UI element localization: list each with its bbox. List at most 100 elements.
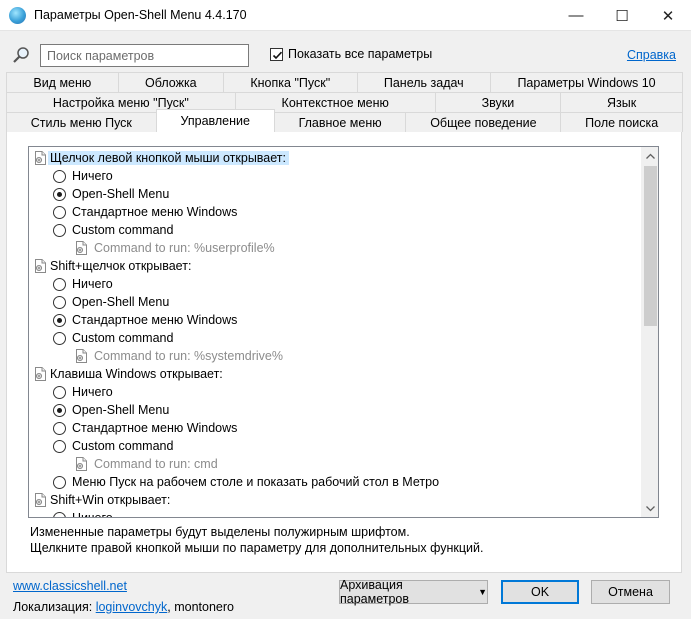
checkbox-box[interactable] xyxy=(270,47,283,61)
tab-r1-1[interactable]: Обложка xyxy=(117,72,225,92)
scroll-thumb[interactable] xyxy=(644,166,657,326)
radio-button[interactable] xyxy=(53,169,66,183)
tree-option[interactable]: Ничего xyxy=(53,167,113,185)
tree-option[interactable]: Стандартное меню Windows xyxy=(53,203,237,221)
localizer-rest: , montonero xyxy=(167,600,234,614)
tree-command-setting-label: Command to run: %userprofile% xyxy=(94,241,275,255)
radio-button[interactable] xyxy=(53,439,66,453)
tree-group-header-label: Щелчок левой кнопкой мыши открывает: xyxy=(48,151,289,165)
localization-credits: Локализация: loginvovchyk, montonero xyxy=(13,600,234,614)
tree-command-setting[interactable]: Command to run: cmd xyxy=(73,455,218,473)
maximize-button[interactable]: ☐ xyxy=(599,0,645,31)
chevron-down-icon xyxy=(646,505,655,511)
tree-option[interactable]: Open-Shell Menu xyxy=(53,185,169,203)
tree-option[interactable]: Custom command xyxy=(53,437,173,455)
hint-right-click: Щелкните правой кнопкой мыши по параметр… xyxy=(30,541,484,555)
help-link[interactable]: Справка xyxy=(627,48,676,62)
app-icon xyxy=(9,7,26,24)
tree-group-header-label: Клавиша Windows открывает: xyxy=(50,367,223,381)
scroll-up-arrow[interactable] xyxy=(642,147,658,164)
localization-label: Локализация: xyxy=(13,600,93,614)
tab-r2-2[interactable]: Звуки xyxy=(434,92,562,112)
setting-page-icon xyxy=(35,367,46,381)
tree-option-label: Open-Shell Menu xyxy=(72,187,170,201)
tree-option[interactable]: Custom command xyxy=(53,221,173,239)
close-button[interactable]: ✕ xyxy=(645,0,691,31)
tab-r1-4[interactable]: Параметры Windows 10 xyxy=(490,72,684,92)
backup-settings-button[interactable]: Архивация параметров ▼ xyxy=(339,578,488,606)
tree-scrollbar[interactable] xyxy=(641,147,658,517)
search-icon xyxy=(13,47,29,63)
tree-option-label: Стандартное меню Windows xyxy=(72,421,238,435)
tab-r1-2[interactable]: Кнопка "Пуск" xyxy=(223,72,358,92)
tree-group-header-label: Shift+Win открывает: xyxy=(50,493,171,507)
radio-button[interactable] xyxy=(53,511,66,517)
tab-r3-0[interactable]: Стиль меню Пуск xyxy=(6,112,157,132)
tree-option-label: Ничего xyxy=(72,385,113,399)
radio-button[interactable] xyxy=(53,187,66,201)
tree-group-header[interactable]: Shift+Win открывает: xyxy=(32,491,173,509)
settings-tree: Щелчок левой кнопкой мыши открывает: Ниче… xyxy=(28,146,659,518)
radio-button[interactable] xyxy=(53,313,66,327)
tab-r3-4[interactable]: Поле поиска xyxy=(560,112,683,132)
cancel-button[interactable]: Отмена xyxy=(591,580,670,604)
tree-option[interactable]: Ничего xyxy=(53,275,113,293)
minimize-button[interactable]: — xyxy=(553,0,599,31)
tab-r1-0[interactable]: Вид меню xyxy=(6,72,119,92)
radio-button[interactable] xyxy=(53,205,66,219)
tree-option[interactable]: Custom command xyxy=(53,329,173,347)
tree-option[interactable]: Open-Shell Menu xyxy=(53,401,169,419)
tab-r3-1[interactable]: Управление xyxy=(155,109,275,132)
tree-option[interactable]: Open-Shell Menu xyxy=(53,293,169,311)
tab-row-3: Стиль меню Пуск Управление Главное меню Общ… xyxy=(6,109,683,132)
tab-row-1: Вид меню Обложка Кнопка "Пуск" Панель задач… xyxy=(6,72,684,92)
scroll-down-arrow[interactable] xyxy=(642,500,658,517)
tree-option[interactable]: Ничего xyxy=(53,383,113,401)
tree-option-label: Ничего xyxy=(72,511,113,517)
radio-button[interactable] xyxy=(53,295,66,309)
hint-bold-changes: Измененные параметры будут выделены полу… xyxy=(30,525,410,539)
tree-group-header[interactable]: Клавиша Windows открывает: xyxy=(32,365,226,383)
search-input[interactable] xyxy=(40,44,249,67)
localizer-link[interactable]: loginvovchyk xyxy=(96,600,168,614)
settings-tree-list: Щелчок левой кнопкой мыши открывает: Ниче… xyxy=(29,147,641,517)
tree-command-setting-label: Command to run: %systemdrive% xyxy=(94,349,283,363)
tree-command-setting-label: Command to run: cmd xyxy=(94,457,218,471)
tree-group-header[interactable]: Щелчок левой кнопкой мыши открывает: xyxy=(32,149,289,167)
tree-option-label: Custom command xyxy=(72,223,174,237)
tree-option-label: Open-Shell Menu xyxy=(72,295,170,309)
radio-button[interactable] xyxy=(53,223,66,237)
tree-group-header-label: Shift+щелчок открывает: xyxy=(50,259,192,273)
tree-option-label: Custom command xyxy=(72,331,174,345)
website-link[interactable]: www.classicshell.net xyxy=(13,579,127,593)
tree-option-label: Custom command xyxy=(72,439,174,453)
ok-button[interactable]: OK xyxy=(501,580,579,604)
show-all-label: Показать все параметры xyxy=(288,47,433,61)
checkmark-icon xyxy=(272,51,283,59)
setting-page-icon xyxy=(35,151,46,165)
tab-r3-3[interactable]: Общее поведение xyxy=(405,112,562,132)
tree-option-label: Ничего xyxy=(72,169,113,183)
tree-option[interactable]: Стандартное меню Windows xyxy=(53,419,237,437)
backup-settings-label: Архивация параметров xyxy=(340,578,410,606)
tree-command-setting[interactable]: Command to run: %systemdrive% xyxy=(73,347,283,365)
radio-button[interactable] xyxy=(53,403,66,417)
setting-page-icon xyxy=(35,259,46,273)
radio-button[interactable] xyxy=(53,331,66,345)
tab-r1-3[interactable]: Панель задач xyxy=(356,72,492,92)
radio-button[interactable] xyxy=(53,421,66,435)
command-page-icon xyxy=(76,349,87,363)
tab-r3-2[interactable]: Главное меню xyxy=(273,112,407,132)
tree-group-header[interactable]: Shift+щелчок открывает: xyxy=(32,257,194,275)
tree-command-setting[interactable]: Command to run: %userprofile% xyxy=(73,239,275,257)
tree-option[interactable]: Ничего xyxy=(53,509,113,517)
radio-button[interactable] xyxy=(53,277,66,291)
radio-button[interactable] xyxy=(53,475,66,489)
radio-button[interactable] xyxy=(53,385,66,399)
tree-option[interactable]: Стандартное меню Windows xyxy=(53,311,237,329)
tab-row-2: Настройка меню "Пуск" Контекстное меню Зву… xyxy=(6,92,684,112)
show-all-checkbox[interactable]: Показать все параметры xyxy=(270,47,432,61)
title-bar: Параметры Open-Shell Menu 4.4.170 — ☐ ✕ xyxy=(0,0,691,31)
tab-r2-3[interactable]: Язык xyxy=(560,92,684,112)
tree-option[interactable]: Меню Пуск на рабочем столе и показать ра… xyxy=(53,473,439,491)
